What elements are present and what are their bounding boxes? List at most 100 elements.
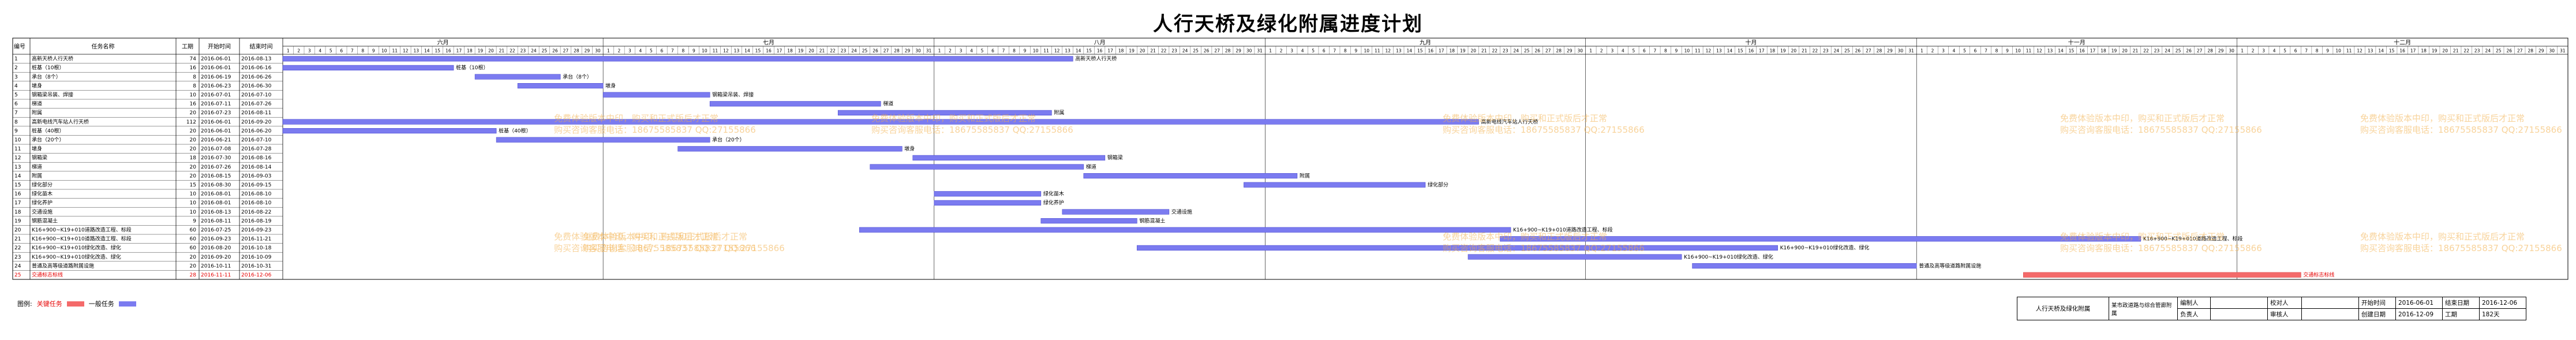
task-bar: [1062, 209, 1170, 215]
sign-project-name: 人行天桥及绿化附属: [2017, 297, 2109, 320]
task-duration: 16: [190, 65, 197, 71]
task-id: 22: [14, 245, 21, 251]
sign-review-label: 审核人: [2267, 308, 2302, 320]
day-label: 7: [1333, 48, 1336, 54]
task-name: 绿化养护: [32, 199, 53, 206]
task-start: 2016-08-30: [201, 182, 231, 188]
month-label-3: 八月: [1094, 39, 1106, 46]
day-label: 8: [682, 48, 685, 54]
task-bar: [1467, 254, 1682, 260]
task-end: 2016-06-20: [241, 128, 272, 134]
day-label: 3: [960, 48, 963, 54]
day-label: 6: [1974, 48, 1977, 54]
task-id: 9: [14, 128, 18, 134]
task-bar-label: 附属: [1054, 109, 1064, 116]
day-label: 16: [445, 48, 451, 54]
day-label: 17: [777, 48, 782, 54]
task-end: 2016-08-13: [241, 57, 271, 62]
day-label: 14: [1076, 48, 1081, 54]
task-end: 2016-08-14: [241, 165, 272, 170]
day-label: 24: [531, 48, 537, 54]
task-duration: 8: [193, 83, 196, 89]
task-id: 7: [14, 110, 18, 116]
day-label: 28: [894, 48, 900, 54]
day-label: 6: [1323, 48, 1326, 54]
day-label: 19: [478, 48, 484, 54]
task-start: 2016-08-01: [201, 200, 231, 206]
day-label: 16: [2079, 48, 2085, 54]
task-duration: 20: [190, 263, 197, 269]
task-duration: 10: [190, 210, 197, 215]
day-label: 20: [1140, 48, 1145, 54]
task-bar-label: K16+900~K19+010道路改造工程、标段: [2143, 236, 2243, 242]
task-duration: 18: [190, 155, 197, 161]
legend-critical-label: 关键任务: [36, 300, 62, 308]
day-label: 18: [2101, 48, 2106, 54]
day-label: 21: [1481, 48, 1487, 54]
sign-duration-value: 182天: [2479, 308, 2526, 320]
day-label: 3: [308, 48, 311, 54]
task-bar: [1083, 173, 1298, 179]
day-label: 1: [2241, 48, 2244, 54]
day-label: 4: [1301, 48, 1304, 54]
day-label: 5: [1963, 48, 1966, 54]
task-id: 20: [14, 227, 21, 233]
task-id: 1: [14, 57, 18, 62]
day-label: 2: [1600, 48, 1603, 54]
task-duration: 20: [190, 255, 197, 260]
month-label-2: 七月: [763, 39, 774, 46]
month-label-5: 十月: [1745, 39, 1757, 46]
task-end: 2016-08-10: [241, 192, 272, 197]
day-label: 20: [1791, 48, 1797, 54]
day-label: 3: [628, 48, 631, 54]
task-bar: [1040, 218, 1137, 224]
task-id: 16: [14, 192, 21, 197]
task-duration: 28: [190, 272, 197, 278]
day-label: 13: [734, 48, 740, 54]
day-label: 11: [392, 48, 398, 54]
day-label: 17: [456, 48, 462, 54]
day-label: 10: [381, 48, 387, 54]
task-bar: [1692, 263, 1917, 269]
task-start: 2016-07-08: [201, 147, 231, 152]
day-label: 14: [744, 48, 750, 54]
task-duration: 9: [193, 218, 196, 224]
day-label: 18: [1449, 48, 1455, 54]
day-label: 15: [435, 48, 441, 54]
task-start: 2016-07-26: [201, 165, 231, 170]
day-label: 12: [403, 48, 409, 54]
day-label: 16: [2399, 48, 2405, 54]
task-end: 2016-09-20: [241, 119, 272, 125]
day-label: 5: [981, 48, 984, 54]
task-id: 23: [14, 255, 21, 260]
task-bar: [934, 191, 1042, 197]
day-label: 5: [1312, 48, 1315, 54]
task-duration: 16: [190, 102, 197, 107]
task-end: 2016-06-30: [241, 83, 272, 89]
day-label: 9: [2326, 48, 2329, 54]
day-label: 6: [1643, 48, 1646, 54]
task-bar: [934, 200, 1042, 206]
task-start: 2016-07-30: [201, 155, 231, 161]
day-label: 15: [2069, 48, 2075, 54]
day-label: 26: [552, 48, 558, 54]
task-bar: [282, 56, 1073, 62]
sign-created-value: 2016-12-09: [2395, 308, 2443, 320]
day-label: 15: [2389, 48, 2395, 54]
day-label: 11: [2026, 48, 2032, 54]
day-label: 5: [1632, 48, 1635, 54]
day-label: 12: [2036, 48, 2042, 54]
task-bar-label: 桩基（40根）: [499, 127, 531, 134]
task-bar: [282, 65, 454, 70]
task-name: 墩身: [32, 82, 42, 89]
day-label: 3: [1290, 48, 1293, 54]
task-id: 18: [14, 210, 21, 215]
day-label: 12: [1706, 48, 1712, 54]
day-label: 4: [1622, 48, 1624, 54]
sign-responsible-value: [2210, 308, 2268, 320]
day-label: 9: [1354, 48, 1357, 54]
task-bar: [837, 110, 1052, 116]
day-label: 29: [905, 48, 911, 54]
day-label: 16: [1428, 48, 1433, 54]
task-id: 5: [14, 92, 18, 98]
